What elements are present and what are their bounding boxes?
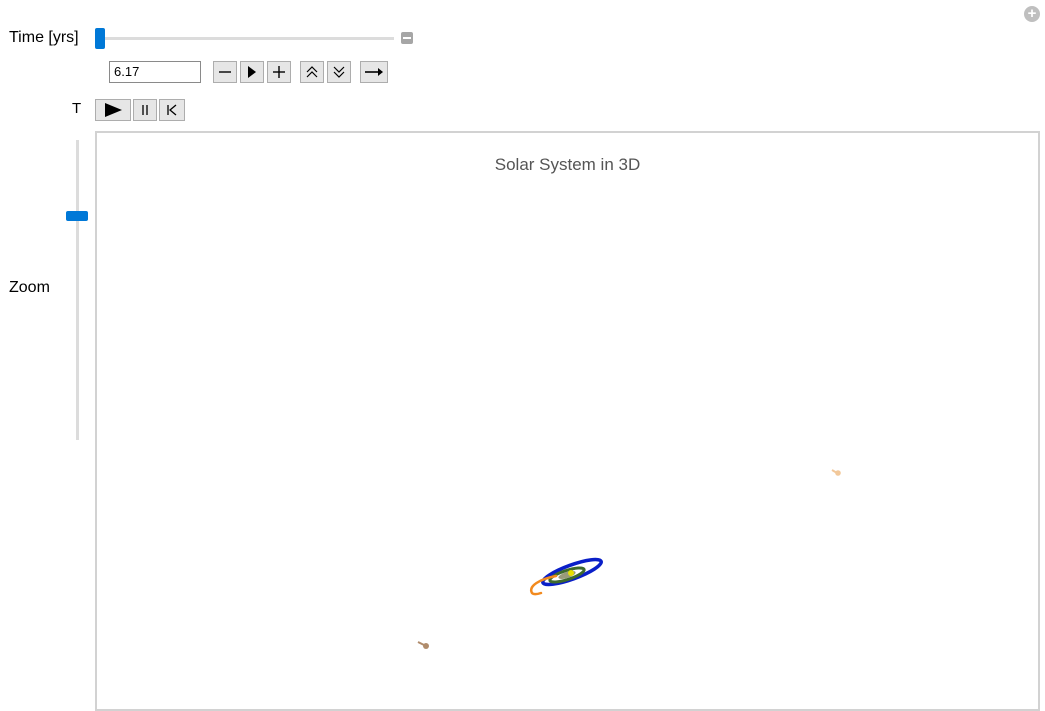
peach-body xyxy=(835,470,841,476)
tan-body xyxy=(423,643,429,649)
tan-body-trail xyxy=(417,641,425,646)
sun-marker xyxy=(568,570,574,576)
solar-system-graphic xyxy=(417,469,841,649)
